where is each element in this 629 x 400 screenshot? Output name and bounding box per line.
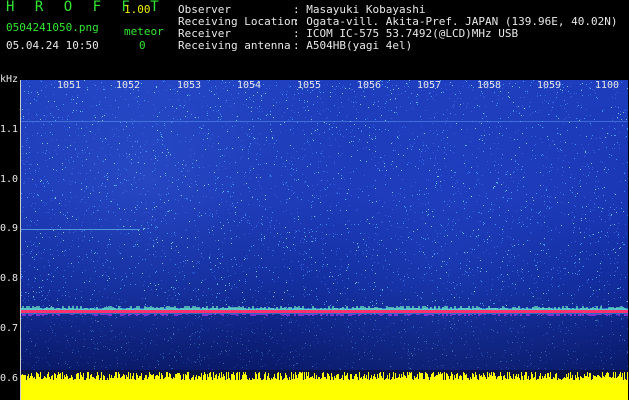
y-tick-label: 0.8 (0, 273, 19, 284)
y-tick-label: 0.7 (0, 323, 19, 334)
datetime-label: 05.04.24 10:50 (6, 39, 99, 52)
noise-level-band (20, 370, 628, 400)
antenna-value: : A504HB(yagi 4el) (293, 39, 413, 52)
filename-label: 0504241050.png (6, 21, 99, 34)
y-tick-label: 1.0 (0, 174, 19, 185)
x-tick-label: 1058 (477, 80, 502, 91)
spectrogram-canvas (20, 80, 628, 370)
y-tick-label: 0.6 (0, 373, 19, 384)
x-tick-label: 1051 (57, 80, 82, 91)
y-axis-unit: kHz (0, 74, 19, 85)
y-axis-line (20, 80, 21, 400)
y-tick-label: 1.1 (0, 124, 19, 135)
x-tick-label: 1053 (177, 80, 202, 91)
x-tick-label: 1100 (595, 80, 620, 91)
x-tick-label: 1059 (537, 80, 562, 91)
spectrogram (20, 80, 628, 370)
meteor-label: meteor (124, 25, 164, 38)
x-tick-label: 1057 (417, 80, 442, 91)
y-tick-label: 0.9 (0, 223, 19, 234)
version-label: 1.00 (124, 3, 151, 16)
x-tick-label: 1052 (116, 80, 141, 91)
meteor-count: 0 (139, 39, 146, 52)
noise-level-trace (20, 372, 628, 400)
x-tick-label: 1056 (357, 80, 382, 91)
x-tick-label: 1054 (237, 80, 262, 91)
x-tick-label: 1055 (297, 80, 322, 91)
antenna-key: Receiving antenna (178, 39, 291, 52)
